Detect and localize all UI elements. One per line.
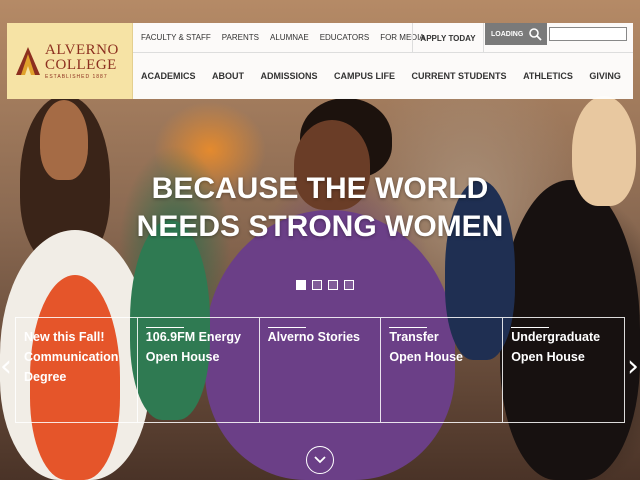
feature-tiles: New this Fall! Communication Degree 106.… — [15, 317, 625, 423]
apply-today-button[interactable]: APPLY TODAY — [412, 23, 484, 53]
slide-dot-3[interactable] — [328, 280, 338, 290]
tile-title: Transfer Open House — [389, 330, 464, 364]
feature-tile[interactable]: Undergraduate Open House — [503, 318, 624, 422]
nav-campus-life[interactable]: CAMPUS LIFE — [334, 71, 395, 81]
scroll-down-button[interactable] — [306, 446, 334, 474]
search-icon — [529, 28, 542, 41]
nav-athletics[interactable]: ATHLETICS — [523, 71, 573, 81]
slide-dot-2[interactable] — [312, 280, 322, 290]
logo-name-line1: ALVERNO — [45, 41, 119, 58]
tile-title: New this Fall! Communication Degree — [24, 330, 119, 384]
hero-headline-line2: NEEDS STRONG WOMEN — [136, 210, 504, 243]
person-silhouette — [40, 100, 88, 180]
slide-indicators — [296, 280, 354, 290]
search-input[interactable] — [549, 27, 627, 41]
nav-about[interactable]: ABOUT — [212, 71, 244, 81]
site-logo[interactable]: ALVERNO COLLEGE ESTABLISHED 1887 — [7, 23, 133, 99]
feature-tile[interactable]: Alverno Stories — [260, 318, 382, 422]
chevron-left-icon[interactable]: ‹ — [0, 352, 12, 382]
logo-wordmark: ALVERNO COLLEGE ESTABLISHED 1887 — [45, 41, 119, 80]
utility-nav: FACULTY & STAFF PARENTS ALUMNAE EDUCATOR… — [133, 23, 633, 53]
chevron-right-icon[interactable]: › — [627, 352, 639, 382]
search-label: LOADING — [491, 30, 524, 38]
hero-headline: BECAUSE THE WORLD NEEDS STRONG WOMEN — [0, 170, 640, 246]
logo-established: ESTABLISHED 1887 — [45, 73, 108, 80]
tile-title: Undergraduate Open House — [511, 330, 601, 364]
chevron-down-circle-icon — [314, 456, 326, 464]
slide-dot-1[interactable] — [296, 280, 306, 290]
logo-a-icon — [16, 47, 40, 75]
search-bar: LOADING — [485, 23, 631, 45]
feature-tile[interactable]: Transfer Open House — [381, 318, 504, 422]
util-link-parents[interactable]: PARENTS — [222, 33, 259, 42]
tile-title: Alverno Stories — [267, 330, 360, 344]
tile-title: 106.9FM Energy Open House — [145, 330, 241, 364]
logo-name-line2: COLLEGE — [45, 56, 117, 73]
nav-area: FACULTY & STAFF PARENTS ALUMNAE EDUCATOR… — [133, 23, 633, 99]
site-header: ALVERNO COLLEGE ESTABLISHED 1887 FACULTY… — [7, 23, 633, 99]
nav-giving[interactable]: GIVING — [589, 71, 621, 81]
hero-headline-line1: BECAUSE THE WORLD — [151, 172, 489, 205]
nav-academics[interactable]: ACADEMICS — [141, 71, 196, 81]
nav-admissions[interactable]: ADMISSIONS — [261, 71, 318, 81]
util-link-alumnae[interactable]: ALUMNAE — [270, 33, 309, 42]
search-button[interactable]: LOADING — [485, 23, 547, 45]
slide-dot-4[interactable] — [344, 280, 354, 290]
utility-links: FACULTY & STAFF PARENTS ALUMNAE EDUCATOR… — [133, 33, 425, 42]
main-nav: ACADEMICS ABOUT ADMISSIONS CAMPUS LIFE C… — [133, 53, 633, 99]
nav-current-students[interactable]: CURRENT STUDENTS — [412, 71, 507, 81]
util-link-educators[interactable]: EDUCATORS — [320, 33, 370, 42]
util-link-faculty-staff[interactable]: FACULTY & STAFF — [141, 33, 211, 42]
feature-tile[interactable]: New this Fall! Communication Degree — [16, 318, 138, 422]
feature-tile[interactable]: 106.9FM Energy Open House — [138, 318, 260, 422]
